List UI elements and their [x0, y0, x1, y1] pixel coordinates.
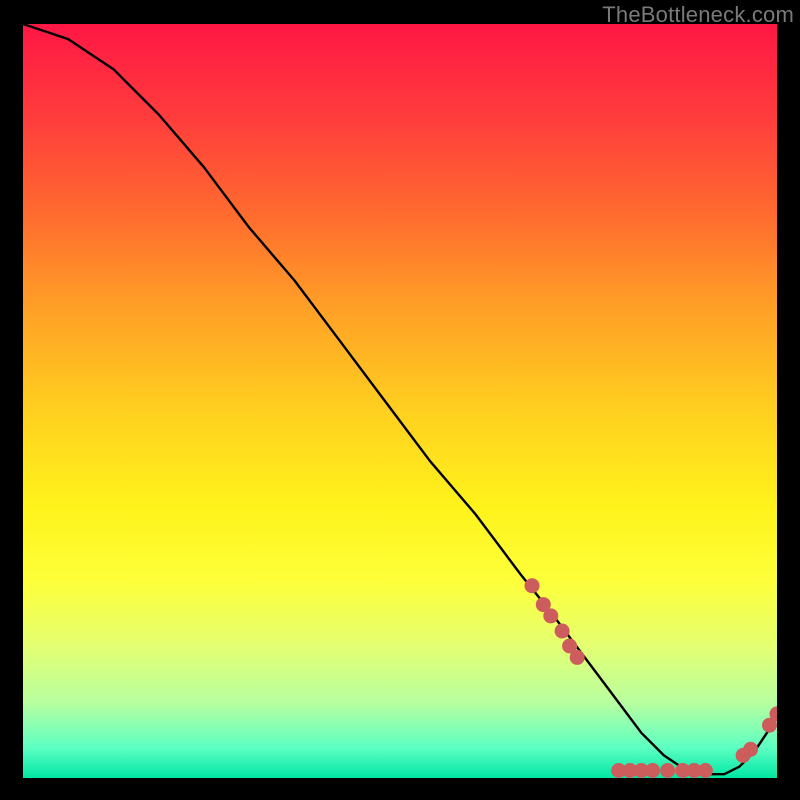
bottleneck-curve [23, 24, 777, 774]
chart-stage: TheBottleneck.com [0, 0, 800, 800]
curve-marker [555, 624, 569, 638]
curve-marker [646, 764, 660, 778]
curve-marker [698, 764, 712, 778]
plot-area [23, 24, 777, 778]
curve-marker [525, 579, 539, 593]
curve-marker [661, 764, 675, 778]
curve-marker [744, 742, 758, 756]
curve-markers [525, 579, 777, 778]
curve-marker [570, 650, 584, 664]
chart-svg [23, 24, 777, 778]
curve-marker [544, 609, 558, 623]
